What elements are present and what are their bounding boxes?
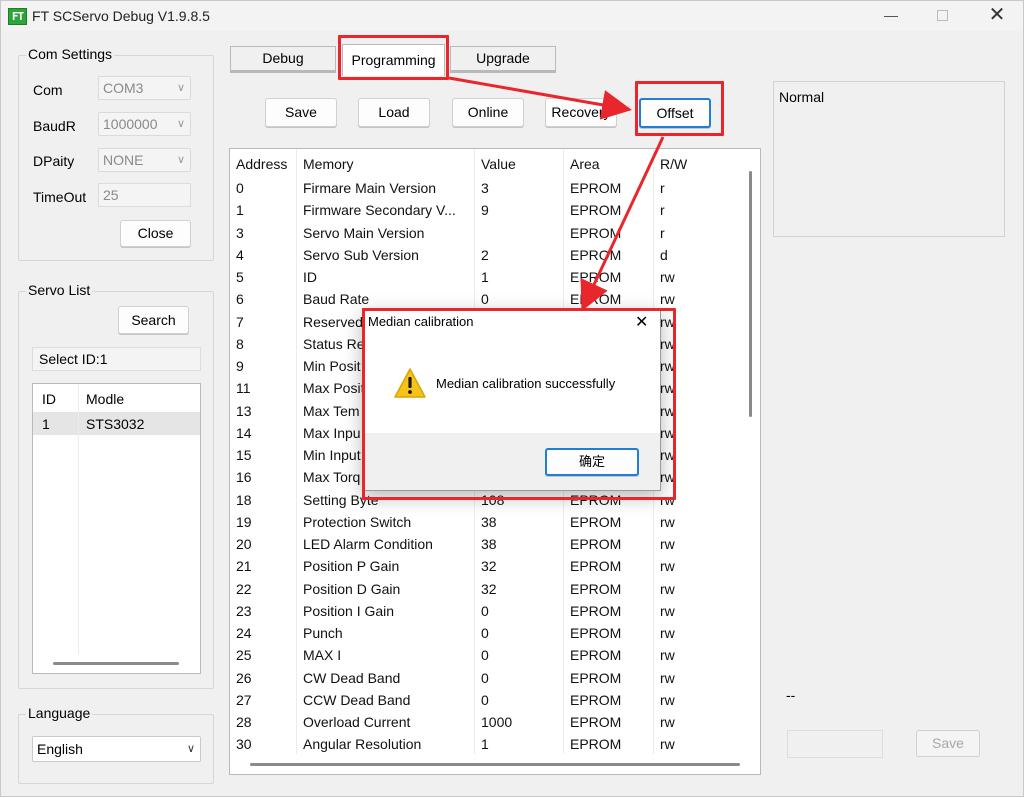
arrow-tab-to-offset (448, 76, 632, 120)
annotation-arrows (448, 76, 665, 312)
arrow-offset-to-dialog (580, 136, 665, 312)
app-window: FT FT SCServo Debug V1.9.8.5 ✕ Com Setti… (0, 0, 1024, 797)
